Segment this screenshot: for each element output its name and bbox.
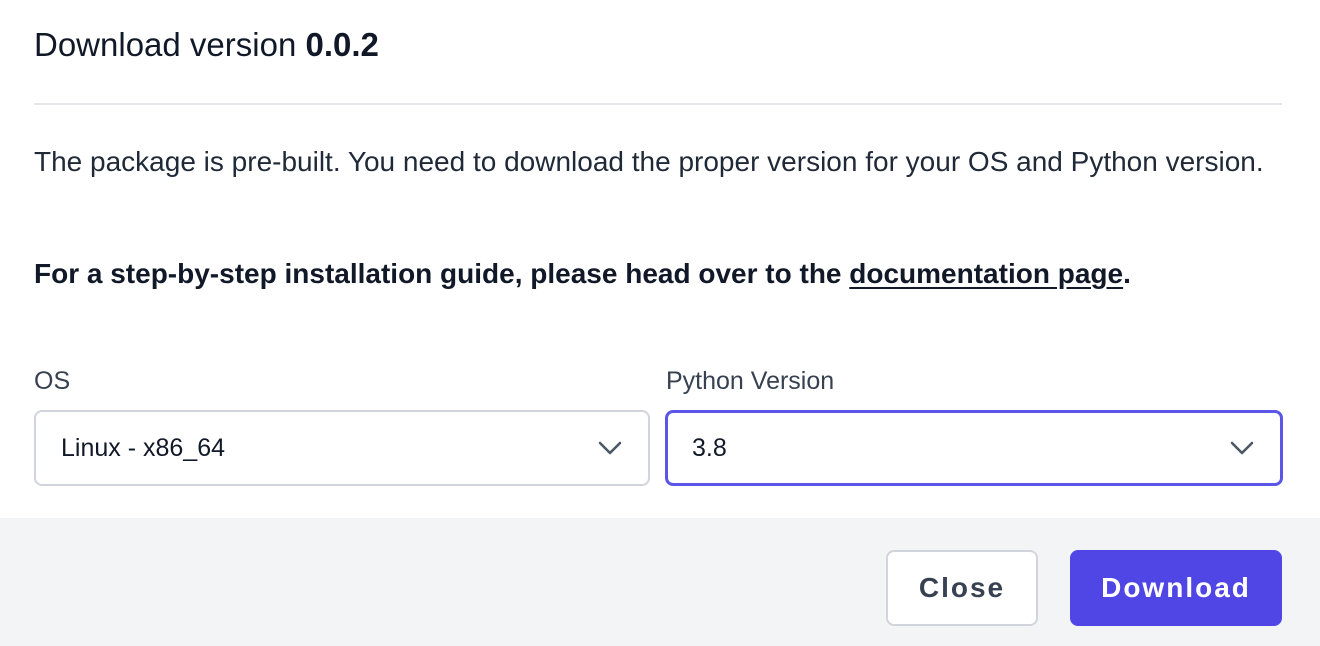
title-version: 0.0.2: [305, 26, 379, 63]
dialog-footer: Close Download: [0, 518, 1320, 646]
chevron-down-icon: [598, 441, 622, 455]
download-button[interactable]: Download: [1070, 550, 1282, 626]
os-select[interactable]: Linux - x86_64: [34, 410, 650, 486]
title-divider: [34, 103, 1282, 105]
guide-prefix: For a step-by-step installation guide, p…: [34, 258, 850, 289]
os-select-value: Linux - x86_64: [61, 433, 226, 462]
python-version-select[interactable]: 3.8: [665, 410, 1283, 486]
title-prefix: Download version: [34, 26, 306, 63]
documentation-link[interactable]: documentation page: [849, 258, 1123, 289]
guide-suffix: .: [1123, 258, 1131, 289]
python-version-select-value: 3.8: [692, 433, 727, 462]
dialog-title: Download version 0.0.2: [34, 24, 379, 66]
download-dialog: Download version 0.0.2 The package is pr…: [0, 0, 1320, 646]
python-version-label: Python Version: [666, 367, 835, 395]
chevron-down-icon: [1230, 441, 1254, 455]
close-button[interactable]: Close: [886, 550, 1038, 626]
os-label: OS: [34, 367, 71, 395]
description-text: The package is pre-built. You need to do…: [34, 146, 1264, 177]
guide-text: For a step-by-step installation guide, p…: [34, 252, 1284, 296]
